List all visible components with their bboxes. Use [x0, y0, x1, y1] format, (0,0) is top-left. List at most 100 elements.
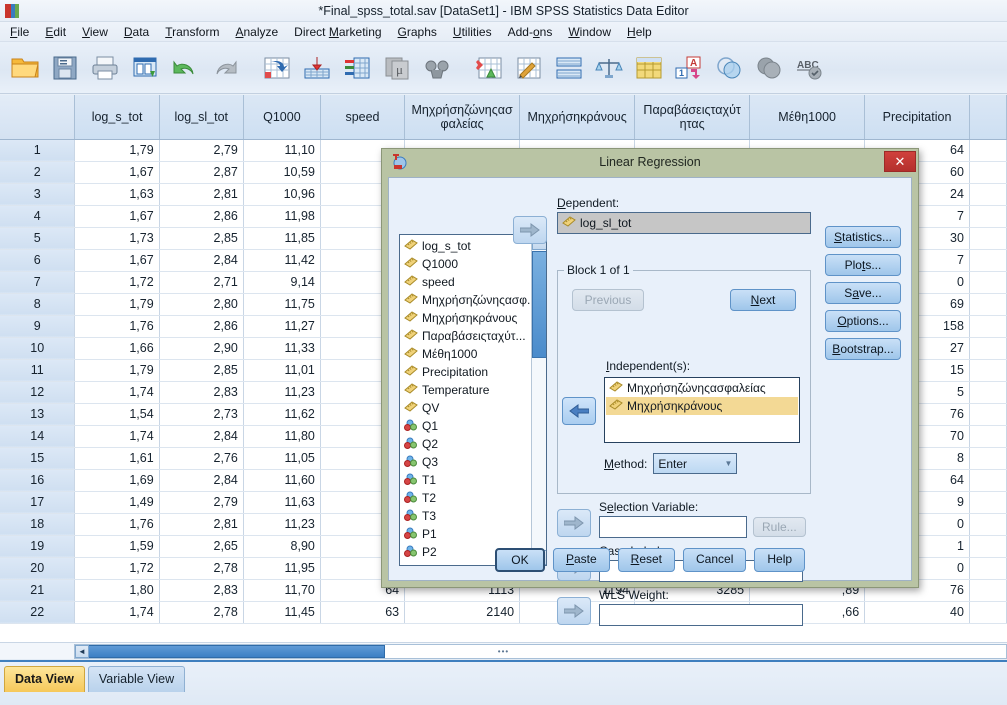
open-file-icon[interactable] — [6, 48, 44, 88]
save-button[interactable]: Save... — [825, 282, 901, 304]
grid-cell[interactable]: 2,71 — [159, 271, 244, 294]
menu-view[interactable]: View — [74, 23, 116, 41]
variable-list-scroll-thumb[interactable] — [532, 251, 546, 358]
row-header[interactable]: 16 — [0, 469, 76, 492]
grid-cell[interactable]: 1,74 — [74, 601, 160, 624]
grid-cell[interactable] — [969, 579, 1007, 602]
tab-data-view[interactable]: Data View — [4, 666, 85, 692]
grid-cell[interactable]: 1,67 — [74, 205, 160, 228]
row-header[interactable]: 4 — [0, 205, 76, 228]
save-icon[interactable] — [46, 48, 84, 88]
row-header[interactable]: 14 — [0, 425, 76, 448]
scrollbar-track[interactable]: ◄ — [74, 644, 1007, 659]
row-header[interactable]: 22 — [0, 601, 76, 624]
select-cases-icon[interactable] — [630, 48, 668, 88]
selection-variable-field[interactable] — [599, 516, 747, 538]
menu-file[interactable]: File — [2, 23, 37, 41]
grid-cell[interactable]: 2,87 — [159, 161, 244, 184]
grid-cell[interactable]: 2,76 — [159, 447, 244, 470]
grid-cell[interactable]: 1,69 — [74, 469, 160, 492]
move-to-independents-button[interactable] — [562, 397, 596, 425]
row-header[interactable]: 20 — [0, 557, 76, 580]
row-header[interactable]: 19 — [0, 535, 76, 558]
grid-cell[interactable]: 11,23 — [243, 381, 321, 404]
grid-cell[interactable] — [969, 183, 1007, 206]
grid-cell[interactable]: 1,67 — [74, 249, 160, 272]
row-header[interactable]: 6 — [0, 249, 76, 272]
grid-cell[interactable]: 2,79 — [159, 491, 244, 514]
grid-cell[interactable]: 1,76 — [74, 513, 160, 536]
grid-cell[interactable]: 10,59 — [243, 161, 321, 184]
goto-variable-icon[interactable] — [298, 48, 336, 88]
grid-cell[interactable]: 1,59 — [74, 535, 160, 558]
show-all-variables-icon[interactable] — [750, 48, 788, 88]
recall-dialogs-icon[interactable] — [126, 48, 164, 88]
column-header-helmet[interactable]: Μηχρήσηκράνους — [519, 95, 636, 140]
source-variable-list[interactable]: log_s_tot Q1000 speed Μηχρήσηζώνηςασφ... Μηχ… — [399, 234, 547, 566]
insert-variable-icon[interactable] — [510, 48, 548, 88]
options-button[interactable]: Options... — [825, 310, 901, 332]
grid-cell[interactable]: 2,85 — [159, 227, 244, 250]
grid-cell[interactable] — [969, 535, 1007, 558]
variable-list-item[interactable]: P1 — [400, 525, 531, 543]
grid-cell[interactable] — [969, 425, 1007, 448]
grid-cell[interactable]: 11,75 — [243, 293, 321, 316]
grid-cell[interactable] — [969, 205, 1007, 228]
grid-cell[interactable]: 2,84 — [159, 425, 244, 448]
row-header[interactable]: 12 — [0, 381, 76, 404]
horizontal-scrollbar[interactable]: ◄ ••• — [0, 642, 1007, 659]
table-row[interactable]: 221,742,7811,4563214019574348,6640 — [0, 601, 1007, 624]
grid-cell[interactable]: 1,49 — [74, 491, 160, 514]
grid-cell[interactable]: 1,79 — [74, 359, 160, 382]
row-header[interactable]: 7 — [0, 271, 76, 294]
grid-cell[interactable]: 2,85 — [159, 359, 244, 382]
help-button[interactable]: Help — [754, 548, 806, 572]
grid-cell[interactable] — [969, 249, 1007, 272]
grid-cell[interactable]: 11,27 — [243, 315, 321, 338]
menu-analyze[interactable]: Analyze — [227, 23, 286, 41]
grid-cell[interactable]: 11,33 — [243, 337, 321, 360]
row-header[interactable]: 9 — [0, 315, 76, 338]
grid-cell[interactable]: 2,84 — [159, 249, 244, 272]
independent-variable-item[interactable]: Μηχρήσηζώνηςασφαλείας — [606, 379, 798, 397]
variable-list-item[interactable]: Temperature — [400, 381, 531, 399]
variable-list-item[interactable]: speed — [400, 273, 531, 291]
reset-button[interactable]: Reset — [617, 548, 675, 572]
menu-help[interactable]: Help — [619, 23, 660, 41]
menu-addons[interactable]: Add-ons — [500, 23, 561, 41]
grid-cell[interactable]: 1,74 — [74, 381, 160, 404]
row-header[interactable]: 5 — [0, 227, 76, 250]
column-header-q1000[interactable]: Q1000 — [243, 95, 321, 140]
grid-cell[interactable]: 2,90 — [159, 337, 244, 360]
ok-button[interactable]: OK — [494, 548, 545, 572]
grid-cell[interactable]: 11,45 — [243, 601, 321, 624]
grid-cell[interactable] — [969, 227, 1007, 250]
plots-button[interactable]: Plots... — [825, 254, 901, 276]
grid-cell[interactable]: 11,42 — [243, 249, 321, 272]
independents-list[interactable]: Μηχρήσηζώνηςασφαλείας Μηχρήσηκράνους — [604, 377, 800, 443]
splitter-grip-icon[interactable]: ••• — [498, 647, 509, 656]
column-header-drunk[interactable]: Μέθη1000 — [749, 95, 866, 140]
cancel-button[interactable]: Cancel — [683, 548, 747, 572]
scroll-left-arrow-icon[interactable]: ◄ — [75, 645, 89, 658]
column-header-precipitation[interactable]: Precipitation — [864, 95, 970, 140]
grid-cell[interactable]: 1,61 — [74, 447, 160, 470]
variable-list-item[interactable]: Q1000 — [400, 255, 531, 273]
scrollbar-thumb[interactable] — [75, 645, 385, 658]
grid-cell[interactable] — [969, 161, 1007, 184]
grid-cell[interactable]: 11,23 — [243, 513, 321, 536]
grid-cell[interactable]: 1,80 — [74, 579, 160, 602]
print-icon[interactable] — [86, 48, 124, 88]
bootstrap-button[interactable]: Bootstrap... — [825, 338, 901, 360]
row-header[interactable]: 10 — [0, 337, 76, 360]
run-descriptives-icon[interactable]: μ — [378, 48, 416, 88]
grid-cell[interactable] — [969, 337, 1007, 360]
variable-list-item[interactable]: Precipitation — [400, 363, 531, 381]
grid-cell[interactable]: 9,14 — [243, 271, 321, 294]
variable-list-item[interactable]: QV — [400, 399, 531, 417]
weight-cases-icon[interactable] — [590, 48, 628, 88]
grid-cell[interactable]: 1,63 — [74, 183, 160, 206]
variable-list-item[interactable]: Μηχρήσηζώνηςασφ... — [400, 291, 531, 309]
column-header-seatbelt[interactable]: Μηχρήσηζώνηςασφαλείας — [404, 95, 521, 140]
grid-cell[interactable]: 2,65 — [159, 535, 244, 558]
